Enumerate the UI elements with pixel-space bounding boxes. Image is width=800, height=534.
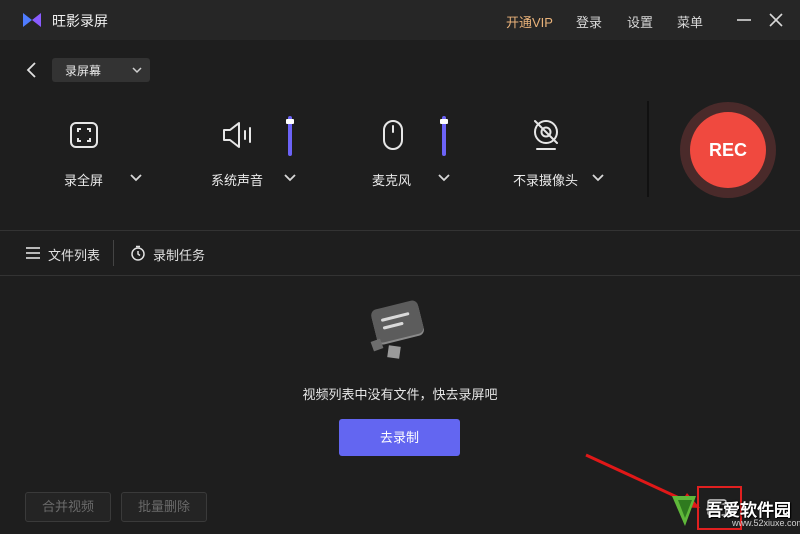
mouse-microphone-icon[interactable] <box>381 118 405 152</box>
fullscreen-frame-icon[interactable] <box>69 121 99 149</box>
microphone-label[interactable]: 麦克风 <box>372 170 411 189</box>
fullscreen-label[interactable]: 录全屏 <box>64 170 103 189</box>
menu-link[interactable]: 菜单 <box>677 12 703 31</box>
fullscreen-chevron-icon[interactable] <box>130 174 142 182</box>
list-icon <box>26 247 40 259</box>
mic-volume-knob[interactable] <box>440 119 448 124</box>
back-arrow-icon[interactable] <box>24 60 40 80</box>
system-audio-chevron-icon[interactable] <box>284 174 296 182</box>
section-divider-top <box>0 230 800 231</box>
app-logo-icon <box>23 13 41 27</box>
title-bar: 旺影录屏 开通VIP 登录 设置 菜单 <box>0 0 800 40</box>
close-icon[interactable] <box>766 10 786 30</box>
controls-divider <box>647 101 649 197</box>
tab-divider <box>113 240 114 266</box>
rec-button-ring[interactable]: REC <box>680 102 776 198</box>
tab-file-list[interactable]: 文件列表 <box>25 243 105 263</box>
merge-video-button[interactable]: 合并视频 <box>25 492 111 522</box>
settings-link[interactable]: 设置 <box>627 12 653 31</box>
chevron-down-icon <box>132 67 142 74</box>
timer-icon <box>131 245 145 261</box>
speaker-icon[interactable] <box>221 120 255 150</box>
camera-off-icon[interactable] <box>530 118 562 152</box>
section-divider-bottom <box>0 275 800 276</box>
batch-delete-button[interactable]: 批量删除 <box>121 492 207 522</box>
go-record-button[interactable]: 去录制 <box>339 419 460 456</box>
record-mode-select[interactable]: 录屏幕 <box>52 58 150 82</box>
tab-file-list-label: 文件列表 <box>48 248 101 263</box>
microphone-chevron-icon[interactable] <box>438 174 450 182</box>
system-audio-label[interactable]: 系统声音 <box>211 170 263 189</box>
tab-record-tasks-label: 录制任务 <box>153 248 206 263</box>
record-mode-value: 录屏幕 <box>65 64 102 78</box>
login-link[interactable]: 登录 <box>576 12 602 31</box>
empty-state-message: 视频列表中没有文件，快去录屏吧 <box>302 387 498 402</box>
empty-list-illustration <box>370 300 424 359</box>
camera-chevron-icon[interactable] <box>592 174 604 182</box>
tab-record-tasks[interactable]: 录制任务 <box>130 243 210 263</box>
rec-button[interactable]: REC <box>690 112 766 188</box>
minimize-icon[interactable] <box>734 10 754 30</box>
system-volume-knob[interactable] <box>286 119 294 124</box>
watermark-url: www.52xiuxe.com <box>732 518 800 528</box>
camera-label[interactable]: 不录摄像头 <box>513 170 578 189</box>
vip-link[interactable]: 开通VIP <box>506 12 553 31</box>
app-title: 旺影录屏 <box>52 13 108 29</box>
watermark-logo-icon <box>672 496 696 526</box>
